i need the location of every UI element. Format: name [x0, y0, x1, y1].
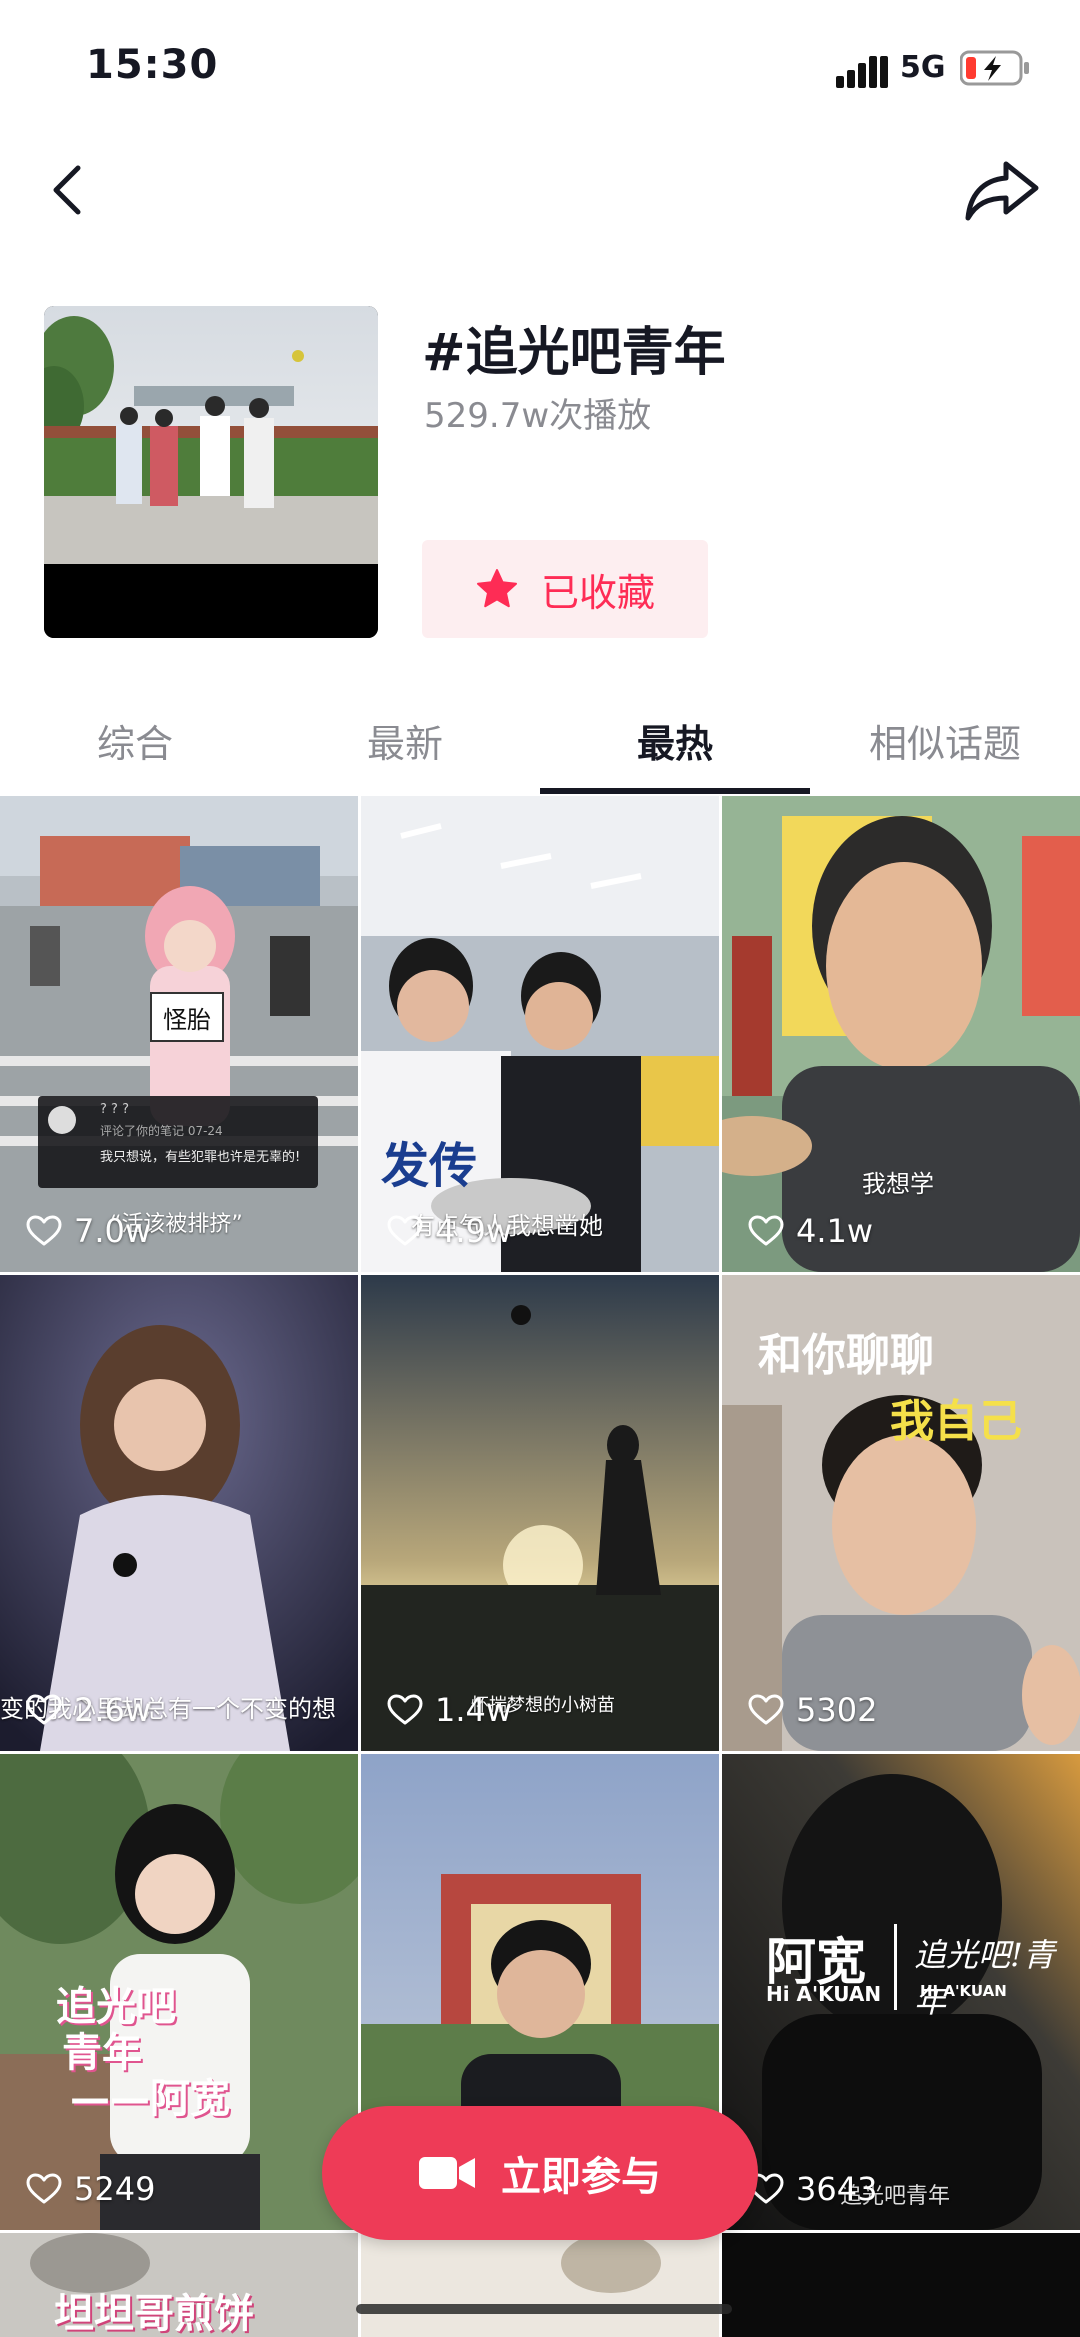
video-card[interactable]: 怪胎 ? ? ? 评论了你的笔记 07-24 我只想说，有些犯罪也许是无辜的! … [0, 796, 358, 1272]
video-card[interactable]: 怀揣梦想的小树苗 1.4w [361, 1275, 719, 1751]
video-card[interactable]: 发传 有点气人我想凿她 4.9w [361, 796, 719, 1272]
like-count-value: 5249 [74, 2170, 156, 2208]
video-card[interactable]: 坦坦哥煎饼 [0, 2233, 358, 2337]
back-icon[interactable] [40, 160, 100, 220]
play-count: 529.7w次播放 [424, 396, 652, 436]
brand-script-sub: HI A'KUAN [920, 1982, 1007, 2000]
heart-icon [26, 1694, 62, 1725]
like-count-value: 4.1w [796, 1212, 874, 1250]
jersey-text: 发传 [381, 1138, 478, 1194]
video-card[interactable] [722, 2233, 1080, 2337]
video-title-line3: ——阿宽 [70, 2076, 230, 2122]
like-count-value: 1.4w [435, 1691, 513, 1729]
video-title-line1: 和你聊聊 [758, 1330, 934, 1381]
brand-script-logo: 追光吧!青年 [914, 1936, 1055, 2020]
comment-user: ? ? ? [100, 1102, 129, 1117]
tab-similar-topics[interactable]: 相似话题 [810, 690, 1080, 790]
tab-bar: 综合 最新 最热 相似话题 [0, 690, 1080, 794]
network-type: 5G [900, 50, 946, 85]
comment-meta: 评论了你的笔记 07-24 [100, 1124, 223, 1138]
video-card[interactable]: 我想学 4.1w [722, 796, 1080, 1272]
home-indicator [356, 2304, 732, 2314]
heart-icon [748, 1215, 784, 1246]
tab-hottest[interactable]: 最热 [540, 690, 810, 790]
like-count: 3643 [748, 2170, 877, 2208]
like-count: 1.4w [387, 1691, 512, 1729]
tab-comprehensive[interactable]: 综合 [0, 690, 270, 790]
video-title-line2: 我自己 [890, 1396, 1022, 1447]
tab-indicator [540, 788, 810, 794]
favorite-label: 已收藏 [540, 570, 655, 615]
tab-latest[interactable]: 最新 [270, 690, 540, 790]
heart-icon [387, 1215, 423, 1246]
topic-cover-image[interactable] [44, 306, 378, 638]
heart-icon [387, 1694, 423, 1725]
comment-popup: ? ? ? 评论了你的笔记 07-24 我只想说，有些犯罪也许是无辜的! [38, 1096, 318, 1188]
video-card[interactable]: 变的我心里却总有一个不变的想 2.6w [0, 1275, 358, 1751]
like-count: 5249 [26, 2170, 155, 2208]
heart-icon [26, 1215, 62, 1246]
star-icon [476, 569, 517, 608]
join-label: 立即参与 [501, 2154, 661, 2200]
brand-logo-sub: Hi A'KUAN [766, 1982, 882, 2006]
video-card[interactable]: 和你聊聊 我自己 5302 [722, 1275, 1080, 1751]
video-camera-icon [419, 2157, 475, 2189]
avatar [48, 1106, 76, 1134]
like-count: 4.9w [387, 1212, 512, 1250]
video-card[interactable]: 阿宽 Hi A'KUAN 追光吧!青年 HI A'KUAN 追光吧青年 3643 [722, 1754, 1080, 2230]
like-count: 4.1w [748, 1212, 873, 1250]
topic-title: #追光吧青年 [422, 323, 726, 383]
favorite-button[interactable]: 已收藏 [422, 540, 708, 638]
like-count-value: 7.0w [74, 1212, 152, 1250]
share-icon[interactable] [962, 156, 1042, 224]
logo-divider [894, 1924, 897, 2010]
signal-icon [836, 56, 888, 88]
like-count: 7.0w [26, 1212, 151, 1250]
heart-icon [748, 1694, 784, 1725]
like-count-value: 5302 [796, 1691, 878, 1729]
like-count-value: 4.9w [435, 1212, 513, 1250]
heart-icon [26, 2173, 62, 2204]
video-sign: 怪胎 [150, 992, 224, 1042]
join-button[interactable]: 立即参与 [322, 2106, 758, 2240]
like-count: 2.6w [26, 1691, 151, 1729]
video-title: 坦坦哥煎饼 [54, 2291, 254, 2337]
like-count-value: 3643 [796, 2170, 878, 2208]
comment-text: 我只想说，有些犯罪也许是无辜的! [100, 1150, 301, 1165]
video-card[interactable]: 追光吧 青年 ——阿宽 5249 [0, 1754, 358, 2230]
like-count-value: 2.6w [74, 1691, 152, 1729]
battery-icon [960, 50, 1029, 86]
status-bar: 15:30 5G [0, 0, 1080, 140]
video-caption: 我想学 [862, 1170, 934, 1198]
status-time: 15:30 [86, 42, 219, 88]
video-card[interactable] [361, 2233, 719, 2337]
like-count: 5302 [748, 1691, 877, 1729]
